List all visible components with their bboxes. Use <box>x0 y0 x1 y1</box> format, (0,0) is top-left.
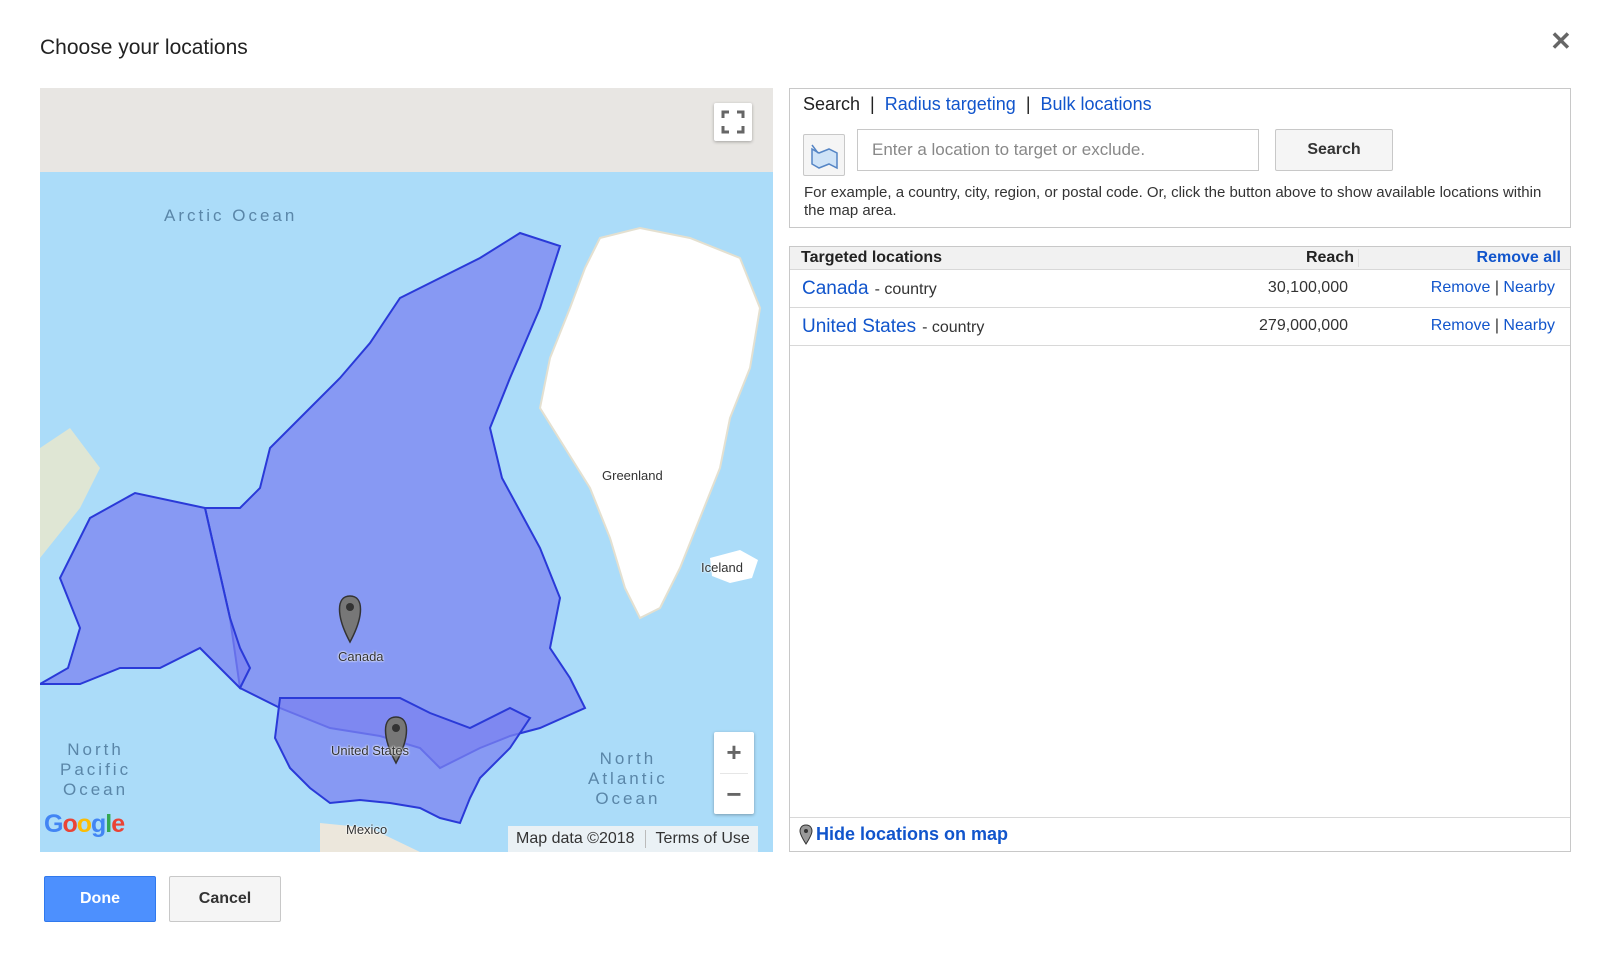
map-canvas <box>40 88 773 852</box>
fullscreen-icon <box>721 110 745 134</box>
location-name-link[interactable]: Canada - country <box>802 278 937 300</box>
map-data-text: Map data ©2018 <box>516 830 635 847</box>
tab-radius-targeting[interactable]: Radius targeting <box>885 94 1016 115</box>
done-button[interactable]: Done <box>44 876 156 922</box>
dialog-title: Choose your locations <box>40 36 248 59</box>
location-reach: 279,000,000 <box>1259 317 1348 334</box>
map-attribution: Map data ©2018 Terms of Use <box>508 826 758 852</box>
location-type: - country <box>874 281 937 298</box>
search-tabs: Search | Radius targeting | Bulk locatio… <box>803 94 1152 115</box>
zoom-in-button[interactable]: + <box>714 732 754 773</box>
table-row: United States - country 279,000,000 Remov… <box>790 308 1570 346</box>
search-help-text: For example, a country, city, region, or… <box>804 184 1542 219</box>
location-reach: 30,100,000 <box>1267 279 1348 296</box>
location-name-link[interactable]: United States - country <box>802 316 984 338</box>
map-label-arctic: Arctic Ocean <box>164 206 298 225</box>
targeted-locations-panel: Targeted locations Reach Remove all Cana… <box>789 246 1571 852</box>
fullscreen-button[interactable] <box>714 103 752 141</box>
map-pin-icon <box>799 823 813 845</box>
nearby-link[interactable]: Nearby <box>1503 317 1555 334</box>
header-reach: Reach <box>1305 249 1354 266</box>
search-panel: Search | Radius targeting | Bulk locatio… <box>789 88 1571 228</box>
location-search-input[interactable] <box>857 129 1259 171</box>
show-map-area-button[interactable] <box>803 134 845 176</box>
map-label-united-states: United States <box>331 743 410 758</box>
map-area-icon <box>811 144 838 170</box>
remove-link[interactable]: Remove <box>1431 279 1491 296</box>
google-logo: Google <box>44 810 125 838</box>
remove-link[interactable]: Remove <box>1431 317 1491 334</box>
remove-all-link[interactable]: Remove all <box>1477 249 1561 267</box>
map-label-mexico: Mexico <box>346 822 388 837</box>
location-type: - country <box>922 319 985 336</box>
close-icon[interactable]: ✕ <box>1550 28 1572 54</box>
map-label-iceland: Iceland <box>701 560 743 575</box>
tab-bulk-locations[interactable]: Bulk locations <box>1041 94 1152 115</box>
map-label-canada: Canada <box>338 649 384 664</box>
hide-locations-link[interactable]: Hide locations on map <box>790 817 1570 851</box>
terms-of-use-link[interactable]: Terms of Use <box>656 830 750 848</box>
map-label-greenland: Greenland <box>602 468 663 483</box>
map[interactable]: Arctic Ocean Greenland Iceland Canada Un… <box>40 88 773 852</box>
header-targeted-locations: Targeted locations <box>801 249 943 266</box>
map-label-north-pacific: North Pacific Ocean <box>60 740 132 799</box>
map-label-north-atlantic: North Atlantic Ocean <box>588 749 668 808</box>
cancel-button[interactable]: Cancel <box>169 876 281 922</box>
search-button[interactable]: Search <box>1275 129 1393 171</box>
nearby-link[interactable]: Nearby <box>1503 279 1555 296</box>
targets-header: Targeted locations Reach Remove all <box>790 247 1570 270</box>
zoom-out-button[interactable]: − <box>714 774 754 815</box>
tab-search[interactable]: Search <box>803 94 860 115</box>
table-row: Canada - country 30,100,000 Remove | Near… <box>790 270 1570 308</box>
zoom-control: + − <box>714 732 754 814</box>
